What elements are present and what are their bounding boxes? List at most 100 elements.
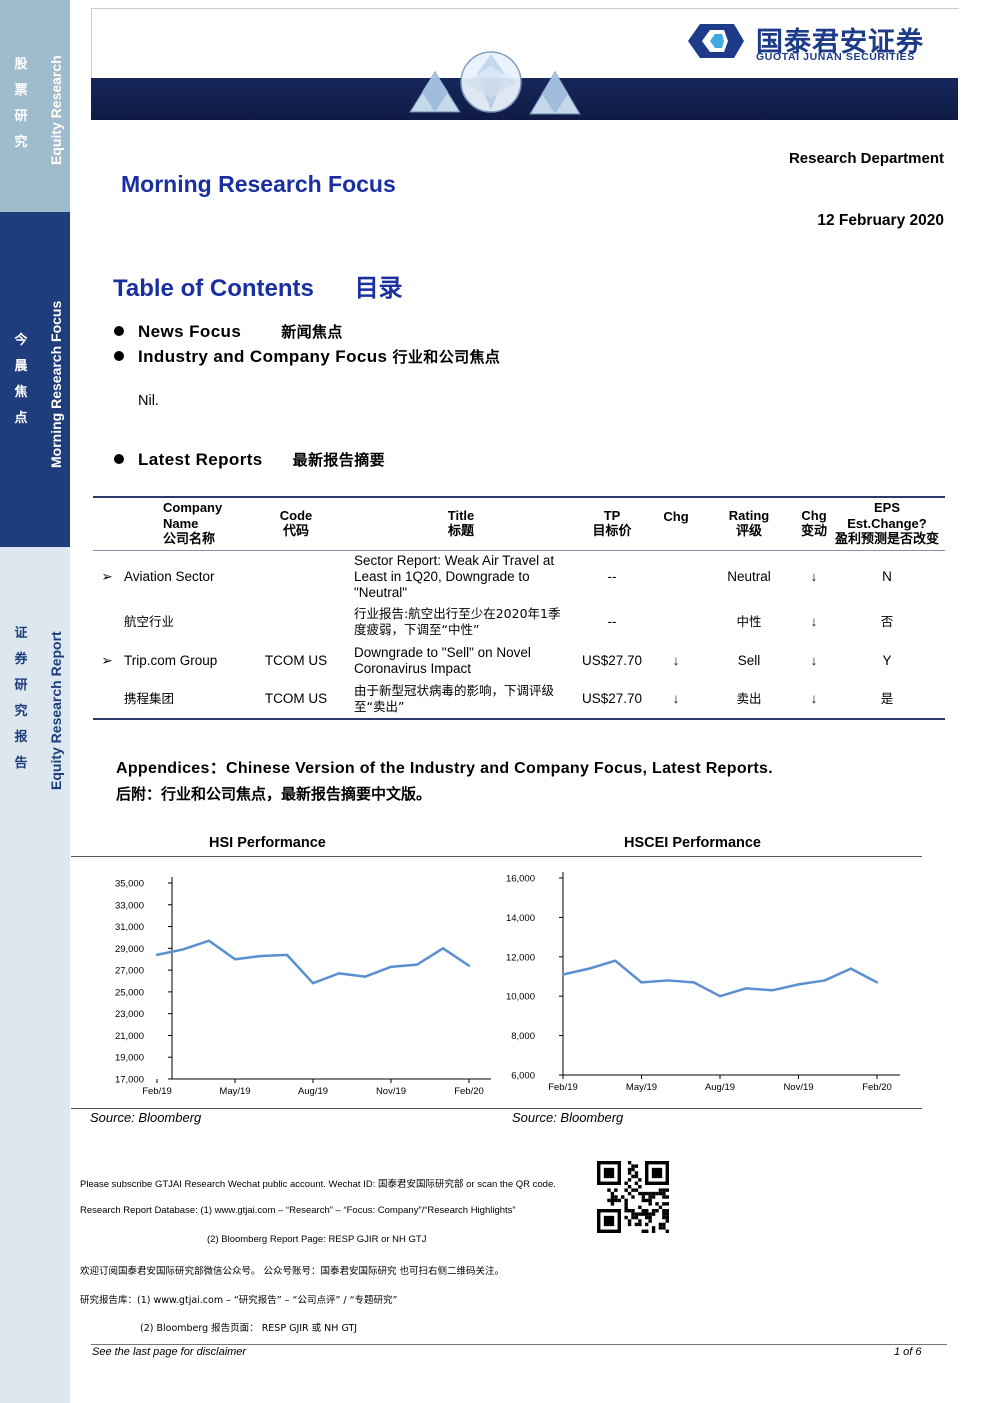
data-point — [797, 983, 800, 986]
table-row[interactable]: ➢ Aviation Sector Sector Report: Weak Ai… — [93, 551, 945, 603]
qr-module — [648, 1215, 652, 1220]
sidebar-bottom-cn: 证 券 研 究 报 告 — [14, 626, 28, 771]
data-point — [849, 967, 853, 970]
data-point — [259, 954, 263, 958]
qr-module — [634, 1222, 639, 1227]
footer-rule — [91, 1344, 947, 1345]
qr-module — [627, 1161, 632, 1165]
chart-title-hscei: HSCEI Performance — [624, 835, 761, 851]
qr-module — [634, 1171, 639, 1175]
cell-eps: 是 — [880, 691, 894, 706]
x-tick-label: May/19 — [626, 1082, 657, 1093]
qr-code-icon[interactable] — [597, 1161, 669, 1233]
qr-module — [645, 1209, 649, 1213]
cell-title: 行业报告:航空出行至少在2020年1季度疲弱，下调至“中性” — [354, 605, 561, 637]
qr-module — [638, 1222, 642, 1227]
qr-module — [641, 1195, 645, 1199]
sidebar-mid-en: Morning Research Focus — [48, 300, 64, 468]
table-row[interactable]: ➢ Trip.com Group TCOM US Downgrade to "S… — [93, 641, 945, 681]
company-logo-icon — [688, 24, 744, 58]
qr-module — [662, 1222, 666, 1227]
qr-module — [631, 1174, 635, 1179]
qr-module — [627, 1171, 632, 1175]
qr-module — [627, 1222, 632, 1227]
qr-module — [651, 1209, 656, 1213]
qr-module — [631, 1209, 635, 1213]
qr-module — [665, 1215, 669, 1220]
series-line — [562, 959, 878, 998]
data-point — [311, 981, 315, 985]
col-title: Title 标题 — [447, 508, 475, 539]
toc-item-news-focus[interactable]: News Focus 新闻焦点 — [114, 321, 343, 342]
department-label: Research Department — [788, 150, 944, 167]
y-tick-label: 21,000 — [115, 1031, 144, 1042]
qr-module — [655, 1209, 659, 1213]
qr-module — [610, 1198, 615, 1203]
nil-text: Nil. — [138, 393, 159, 409]
page-title: Morning Research Focus — [121, 171, 396, 197]
sidebar-top-cn: 股 票 研 究 — [14, 57, 28, 150]
qr-module — [638, 1178, 642, 1182]
cell-title: Downgrade to "Sell" on Novel Coronavirus… — [354, 644, 531, 676]
disclaimer-link[interactable]: See the last page for disclaimer — [92, 1346, 246, 1358]
cell-rating-chg: ↓ — [810, 652, 818, 668]
page-number: 1 of 6 — [894, 1346, 922, 1358]
qr-module — [631, 1212, 635, 1216]
cell-rating: Sell — [737, 652, 761, 668]
qr-module — [655, 1191, 659, 1196]
cell-rating: Neutral — [727, 568, 771, 584]
x-tick-label: Feb/20 — [454, 1086, 484, 1097]
hscei-line-chart: 16,000 14,000 12,000 10,000 8,000 6,000 Feb/19… — [506, 872, 900, 1093]
data-point — [587, 967, 591, 970]
latest-reports-table: Company Name 公司名称 Code 代码 Title 标题 TP 目标价 Chg… — [93, 496, 945, 720]
cell-tp: US$27.70 — [581, 691, 643, 706]
qr-module — [665, 1219, 669, 1223]
data-point — [467, 964, 471, 967]
data-point — [666, 979, 669, 982]
y-tick-label: 6,000 — [511, 1071, 535, 1082]
qr-module — [645, 1191, 649, 1196]
qr-finder — [651, 1167, 663, 1179]
qr-module — [658, 1226, 663, 1230]
qr-module — [614, 1195, 618, 1199]
diamond-logo-graphic — [409, 51, 581, 115]
qr-module — [662, 1212, 666, 1216]
data-point — [363, 975, 367, 978]
qr-module — [641, 1229, 645, 1233]
footer-bloomberg: (2) Bloomberg Report Page: RESP GJIR or … — [207, 1234, 427, 1245]
qr-module — [624, 1202, 628, 1206]
data-point — [561, 973, 565, 976]
toc-item-latest-reports[interactable]: Latest Reports 最新报告摘要 — [114, 449, 385, 470]
cell-rating: 卖出 — [736, 691, 762, 706]
qr-module — [624, 1215, 628, 1220]
x-tick-label: Feb/20 — [862, 1082, 892, 1093]
cell-eps: 否 — [880, 613, 894, 629]
toc-item-industry-focus[interactable]: Industry and Company Focus 行业和公司焦点 — [114, 346, 500, 367]
data-point — [415, 963, 419, 966]
table-row[interactable]: 航空行业 行业报告:航空出行至少在2020年1季度疲弱，下调至“中性” -- 中… — [93, 603, 945, 641]
data-point — [718, 995, 722, 998]
cell-code: TCOM US — [264, 691, 328, 706]
y-tick-label: 14,000 — [506, 913, 535, 924]
qr-module — [638, 1212, 642, 1216]
cell-chg: ↓ — [672, 652, 680, 668]
qr-module — [638, 1205, 642, 1209]
cell-code — [241, 551, 351, 603]
y-tick-label: 19,000 — [115, 1053, 144, 1064]
cell-eps: N — [882, 568, 892, 584]
toc-title: Table of Contents 目录 — [113, 274, 403, 302]
qr-module — [638, 1191, 642, 1196]
chart-bottom-rule — [71, 1108, 922, 1109]
sidebar-mid-cn: 今 晨 焦 点 — [14, 333, 28, 426]
y-tick-label: 27,000 — [115, 966, 144, 977]
cell-eps: Y — [882, 652, 892, 668]
chart-top-rule — [71, 856, 922, 857]
cell-chg — [653, 603, 699, 641]
sidebar-bottom-en: Equity Research Report — [48, 631, 64, 790]
qr-module — [624, 1188, 628, 1192]
source-hscei: Source: Bloomberg — [512, 1110, 624, 1125]
table-row[interactable]: 携程集团 TCOM US 由于新型冠状病毒的影响，下调评级至“卖出” US$27… — [93, 681, 945, 719]
col-chg: Chg — [663, 509, 689, 524]
appendix-en: Appendices：Chinese Version of the Indust… — [116, 758, 774, 777]
footer-database: Research Report Database: (1) www.gtjai.… — [80, 1205, 516, 1216]
